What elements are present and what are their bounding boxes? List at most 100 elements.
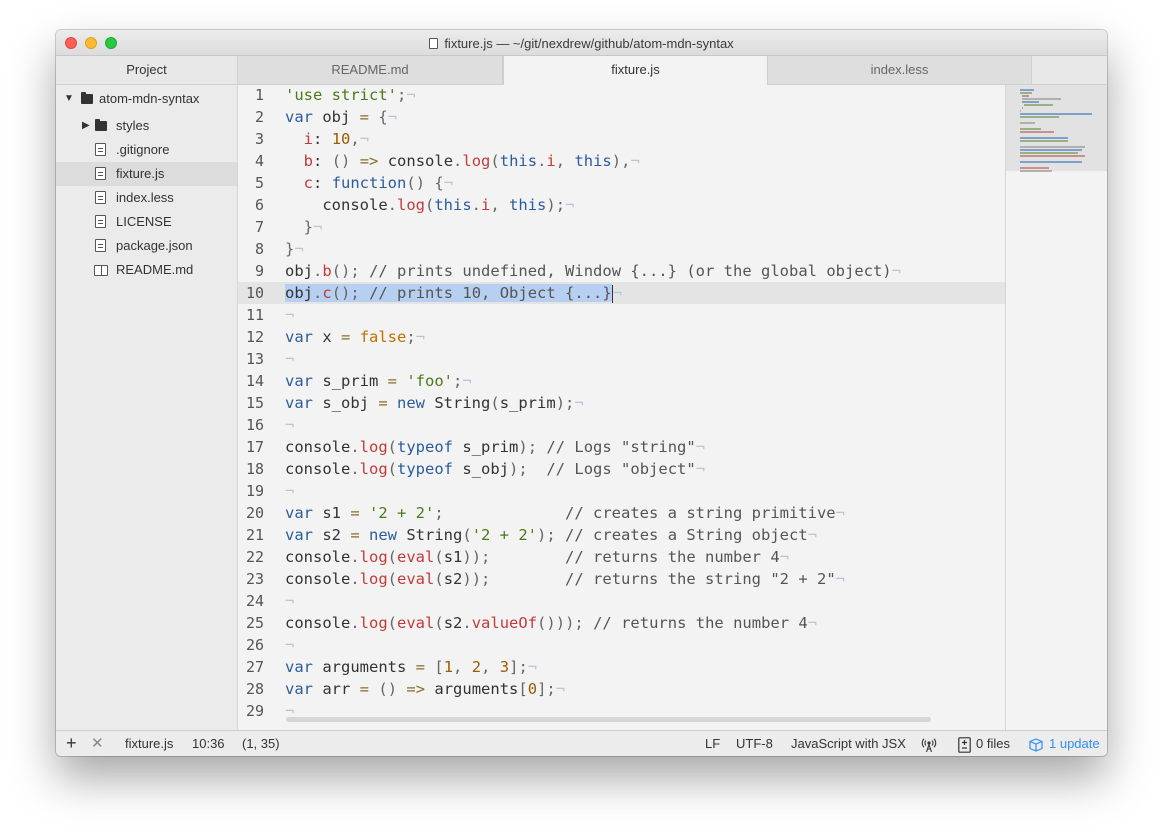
x-icon[interactable]: ✕ [91,731,104,756]
code-line[interactable]: 23 console.log(eval(s2)); // returns the … [238,568,1005,590]
status-file-name[interactable]: fixture.js [125,731,173,756]
code-line[interactable]: 10 obj.c(); // prints 10, Object {...}¬ [238,282,1005,304]
code-line[interactable]: 20 var s1 = '2 + 2'; // creates a string … [238,502,1005,524]
line-number[interactable]: 9 [238,260,264,282]
line-number[interactable]: 15 [238,392,264,414]
tree-item-license[interactable]: LICENSE [56,210,237,234]
code-line[interactable]: 25 console.log(eval(s2.valueOf())); // re… [238,612,1005,634]
code-line[interactable]: 16 ¬ [238,414,1005,436]
tree-root-folder[interactable]: ▼ atom-mdn-syntax [56,87,237,111]
tree-item-fixture-js[interactable]: fixture.js [56,162,237,186]
line-number[interactable]: 17 [238,436,264,458]
code-text[interactable]: ¬ [285,480,294,502]
line-number[interactable]: 4 [238,150,264,172]
code-line[interactable]: 8 }¬ [238,238,1005,260]
line-number[interactable]: 16 [238,414,264,436]
code-text[interactable]: console.log(eval(s2)); // returns the st… [285,568,845,590]
line-number[interactable]: 20 [238,502,264,524]
code-line[interactable]: 13 ¬ [238,348,1005,370]
code-text[interactable]: ¬ [285,304,294,326]
code-line[interactable]: 12 var x = false;¬ [238,326,1005,348]
line-number[interactable]: 2 [238,106,264,128]
code-line[interactable]: 18 console.log(typeof s_obj); // Logs "ob… [238,458,1005,480]
line-number[interactable]: 23 [238,568,264,590]
tree-item-styles[interactable]: ▶ styles [56,114,237,138]
code-line[interactable]: 4 b: () => console.log(this.i, this),¬ [238,150,1005,172]
code-text[interactable]: var arguments = [1, 2, 3];¬ [285,656,537,678]
package-icon[interactable] [1029,731,1043,756]
line-number[interactable]: 10 [238,282,264,304]
line-number[interactable]: 13 [238,348,264,370]
line-number[interactable]: 18 [238,458,264,480]
line-number[interactable]: 3 [238,128,264,150]
code-line[interactable]: 26 ¬ [238,634,1005,656]
line-number[interactable]: 14 [238,370,264,392]
text-editor[interactable]: 29 ¬ 28 var arr = () => arguments[0];¬ 27 var… [238,85,1005,730]
code-line[interactable]: 1 'use strict';¬ [238,85,1005,106]
code-line[interactable]: 7 }¬ [238,216,1005,238]
code-text[interactable]: console.log(typeof s_prim); // Logs "str… [285,436,705,458]
line-number[interactable]: 1 [238,85,264,106]
minimap[interactable] [1005,85,1107,730]
code-text[interactable]: var s2 = new String('2 + 2'); // creates… [285,524,817,546]
status-line-ending[interactable]: LF [705,731,720,756]
broadcast-icon[interactable] [921,731,937,756]
code-text[interactable]: i: 10,¬ [285,128,369,150]
code-text[interactable]: ¬ [285,634,294,656]
line-number[interactable]: 5 [238,172,264,194]
diff-icon[interactable] [958,731,971,756]
line-number[interactable]: 8 [238,238,264,260]
status-updates[interactable]: 1 update [1049,731,1100,756]
code-text[interactable]: 'use strict';¬ [285,85,416,106]
code-text[interactable]: ¬ [285,414,294,436]
code-line[interactable]: 11 ¬ [238,304,1005,326]
code-line[interactable]: 15 var s_obj = new String(s_prim);¬ [238,392,1005,414]
code-line[interactable]: 14 var s_prim = 'foo';¬ [238,370,1005,392]
line-number[interactable]: 11 [238,304,264,326]
line-number[interactable]: 29 [238,700,264,722]
code-line[interactable]: 2 var obj = {¬ [238,106,1005,128]
line-number[interactable]: 24 [238,590,264,612]
line-number[interactable]: 6 [238,194,264,216]
tab-fixture-js[interactable]: fixture.js [503,56,768,85]
code-text[interactable]: ¬ [285,590,294,612]
tree-item-package-json[interactable]: package.json [56,234,237,258]
code-text[interactable]: console.log(typeof s_obj); // Logs "obje… [285,458,705,480]
line-number[interactable]: 19 [238,480,264,502]
tab-readme[interactable]: README.md [238,56,503,84]
tab-index-less[interactable]: index.less [768,56,1032,84]
status-grammar[interactable]: JavaScript with JSX [791,731,906,756]
line-number[interactable]: 26 [238,634,264,656]
status-encoding[interactable]: UTF-8 [736,731,773,756]
line-number[interactable]: 12 [238,326,264,348]
code-text[interactable]: var obj = {¬ [285,106,397,128]
code-text[interactable]: console.log(eval(s2.valueOf())); // retu… [285,612,817,634]
code-text[interactable]: }¬ [285,216,323,238]
code-line[interactable]: 9 obj.b(); // prints undefined, Window {.… [238,260,1005,282]
code-line[interactable]: 5 c: function() {¬ [238,172,1005,194]
code-line[interactable]: 27 var arguments = [1, 2, 3];¬ [238,656,1005,678]
code-text[interactable]: var s_obj = new String(s_prim);¬ [285,392,584,414]
code-text[interactable]: obj.c(); // prints 10, Object {...}¬ [285,282,622,304]
status-cursor-position[interactable]: 10:36 [192,731,225,756]
tree-item-readme[interactable]: README.md [56,258,237,282]
line-number[interactable]: 28 [238,678,264,700]
tree-item-gitignore[interactable]: .gitignore [56,138,237,162]
tree-item-index-less[interactable]: index.less [56,186,237,210]
code-text[interactable]: var s_prim = 'foo';¬ [285,370,472,392]
line-number[interactable]: 21 [238,524,264,546]
code-text[interactable]: var arr = () => arguments[0];¬ [285,678,565,700]
code-text[interactable]: }¬ [285,238,304,260]
code-line[interactable]: 22 console.log(eval(s1)); // returns the … [238,546,1005,568]
plus-icon[interactable]: + [66,731,77,756]
code-line[interactable]: 28 var arr = () => arguments[0];¬ [238,678,1005,700]
tab-project[interactable]: Project [56,56,238,84]
code-text[interactable]: var s1 = '2 + 2'; // creates a string pr… [285,502,845,524]
code-line[interactable]: 17 console.log(typeof s_prim); // Logs "s… [238,436,1005,458]
code-line[interactable]: 21 var s2 = new String('2 + 2'); // creat… [238,524,1005,546]
line-number[interactable]: 25 [238,612,264,634]
code-text[interactable]: console.log(this.i, this);¬ [285,194,574,216]
horizontal-scrollbar[interactable] [286,717,931,722]
code-line[interactable]: 6 console.log(this.i, this);¬ [238,194,1005,216]
status-git-files[interactable]: 0 files [976,731,1010,756]
